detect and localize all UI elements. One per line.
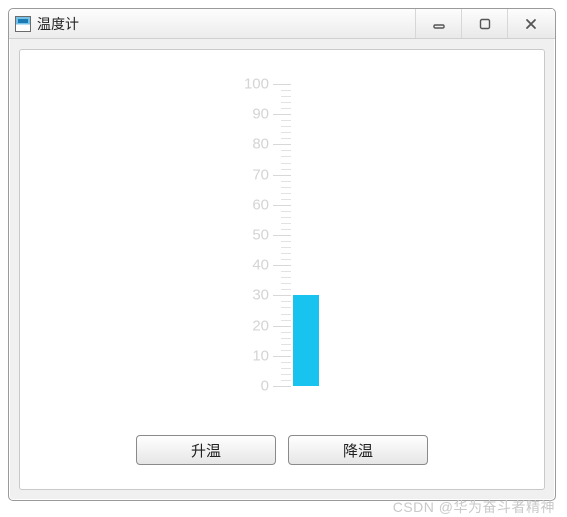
tick-major: [273, 114, 291, 115]
tick-minor: [281, 277, 291, 278]
tick-label: 60: [252, 196, 269, 213]
tick-minor: [281, 289, 291, 290]
tick-minor: [281, 163, 291, 164]
tick-minor: [281, 181, 291, 182]
tick-minor: [281, 247, 291, 248]
tick-minor: [281, 259, 291, 260]
tick-minor: [281, 187, 291, 188]
tick-label: 50: [252, 227, 269, 244]
tick-minor: [281, 307, 291, 308]
tick-minor: [281, 102, 291, 103]
tick-label: 100: [244, 76, 269, 93]
tick-minor: [281, 150, 291, 151]
tick-minor: [281, 138, 291, 139]
tick-minor: [281, 96, 291, 97]
thermometer-scale: 1009080706050403020100: [217, 80, 291, 390]
tick-minor: [281, 132, 291, 133]
tick-minor: [281, 108, 291, 109]
tick-minor: [281, 223, 291, 224]
tick-major: [273, 356, 291, 357]
heat-button[interactable]: 升温: [136, 435, 276, 465]
app-icon: [15, 16, 31, 32]
tick-minor: [281, 241, 291, 242]
maximize-icon: [478, 17, 492, 31]
tick-minor: [281, 253, 291, 254]
title-bar[interactable]: 温度计: [9, 9, 555, 39]
tick-minor: [281, 320, 291, 321]
tick-major: [273, 235, 291, 236]
tick-minor: [281, 338, 291, 339]
window-controls: [415, 9, 553, 38]
tick-minor: [281, 156, 291, 157]
tick-major: [273, 265, 291, 266]
tick-label: 10: [252, 347, 269, 364]
tick-major: [273, 144, 291, 145]
tick-label: 80: [252, 136, 269, 153]
tick-minor: [281, 199, 291, 200]
tick-label: 70: [252, 166, 269, 183]
tick-minor: [281, 380, 291, 381]
tick-minor: [281, 217, 291, 218]
tick-minor: [281, 314, 291, 315]
content-panel: 1009080706050403020100 升温 降温: [19, 49, 545, 490]
tick-minor: [281, 169, 291, 170]
tick-major: [273, 205, 291, 206]
close-button[interactable]: [507, 9, 553, 38]
tick-minor: [281, 374, 291, 375]
tick-major: [273, 175, 291, 176]
minimize-button[interactable]: [415, 9, 461, 38]
tick-minor: [281, 283, 291, 284]
maximize-button[interactable]: [461, 9, 507, 38]
tick-major: [273, 295, 291, 296]
tick-major: [273, 84, 291, 85]
tick-label: 0: [261, 378, 269, 395]
tick-minor: [281, 271, 291, 272]
tick-minor: [281, 120, 291, 121]
tick-label: 40: [252, 257, 269, 274]
thermometer: 1009080706050403020100: [217, 80, 347, 390]
watermark-text: CSDN @华为奋斗者精神: [393, 497, 555, 517]
tick-minor: [281, 350, 291, 351]
tick-label: 20: [252, 317, 269, 334]
close-icon: [524, 17, 538, 31]
tick-label: 90: [252, 106, 269, 123]
tick-minor: [281, 211, 291, 212]
tick-minor: [281, 229, 291, 230]
tick-minor: [281, 126, 291, 127]
tick-major: [273, 386, 291, 387]
tick-minor: [281, 332, 291, 333]
tick-minor: [281, 368, 291, 369]
tick-minor: [281, 193, 291, 194]
tick-minor: [281, 362, 291, 363]
tick-major: [273, 326, 291, 327]
tick-label: 30: [252, 287, 269, 304]
tick-minor: [281, 90, 291, 91]
tick-minor: [281, 301, 291, 302]
minimize-icon: [432, 17, 446, 31]
cool-button[interactable]: 降温: [288, 435, 428, 465]
tick-minor: [281, 344, 291, 345]
window-title: 温度计: [37, 14, 79, 34]
app-window: 温度计 1009080706050403020100: [8, 8, 556, 501]
thermometer-tube: [293, 84, 319, 386]
thermometer-mercury: [293, 295, 319, 386]
button-row: 升温 降温: [20, 435, 544, 465]
